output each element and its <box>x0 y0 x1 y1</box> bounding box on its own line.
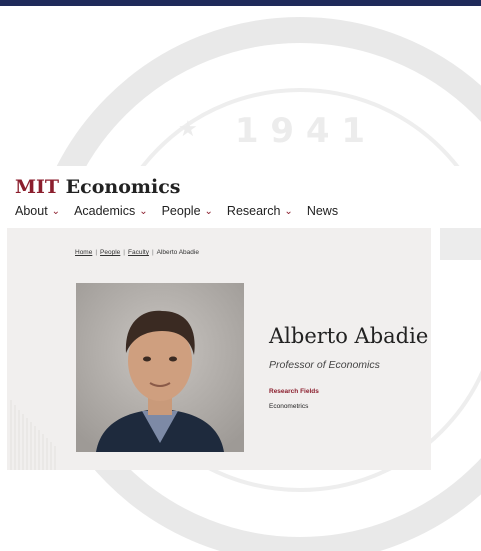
nav-item-people[interactable]: People ⌄ <box>162 204 213 218</box>
nav-item-about[interactable]: About ⌄ <box>15 204 60 218</box>
main-nav: About ⌄ Academics ⌄ People ⌄ Research ⌄ News <box>15 204 352 218</box>
profile-name: Alberto Abadie <box>269 324 429 348</box>
watermark-year: 1 9 4 1 <box>235 111 365 151</box>
breadcrumb: Home | People | Faculty | Alberto Abadie <box>75 249 199 256</box>
profile-title: Professor of Economics <box>269 359 380 371</box>
chevron-down-icon: ⌄ <box>139 205 148 217</box>
chevron-down-icon: ⌄ <box>204 205 213 217</box>
chevron-down-icon: ⌄ <box>284 205 293 217</box>
site-logo[interactable]: MIT Economics <box>15 176 180 198</box>
svg-text:★: ★ <box>178 117 198 142</box>
nav-item-news[interactable]: News <box>307 204 338 218</box>
site-header: MIT Economics About ⌄ Academics ⌄ People ⌄ … <box>0 166 481 228</box>
breadcrumb-people-link[interactable]: People <box>100 249 120 256</box>
chevron-down-icon: ⌄ <box>51 205 61 217</box>
profile-photo <box>76 283 244 452</box>
breadcrumb-home-link[interactable]: Home <box>75 249 92 256</box>
top-bar <box>0 0 481 6</box>
research-fields-label: Research Fields <box>269 388 319 395</box>
profile-hero: Home | People | Faculty | Alberto Abadie Alber… <box>7 228 431 470</box>
nav-item-research[interactable]: Research ⌄ <box>227 204 293 218</box>
breadcrumb-current: Alberto Abadie <box>156 249 199 256</box>
breadcrumb-faculty-link[interactable]: Faculty <box>128 249 149 256</box>
nav-item-academics[interactable]: Academics ⌄ <box>74 204 148 218</box>
research-fields-value: Econometrics <box>269 403 309 410</box>
